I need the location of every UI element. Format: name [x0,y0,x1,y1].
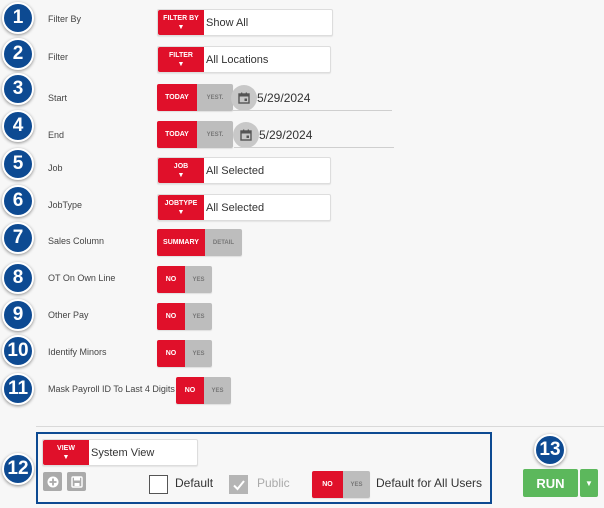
identify-minors-label: Identify Minors [48,347,107,357]
other-pay-no-button[interactable]: NO [157,303,185,330]
end-date-underline [234,147,394,148]
default-all-users-label: Default for All Users [376,476,483,490]
caret-down-icon: ▼ [177,171,185,179]
jobtype-tag-text: JOBTYPE [164,199,198,207]
mask-yes-button[interactable]: YES [204,377,231,404]
ot-yes-button[interactable]: YES [185,266,212,293]
filter-by-value: Show All [206,16,249,29]
other-pay-yes-button[interactable]: YES [185,303,212,330]
callout-11: 11 [2,373,34,405]
filter-label: Filter [48,52,68,62]
filter-tag-text: FILTER [169,51,193,59]
sales-detail-button[interactable]: DETAIL [205,229,242,256]
end-date-input[interactable]: 5/29/2024 [259,128,312,142]
view-tag-text: VIEW [57,444,75,452]
jobtype-value: All Selected [206,201,265,214]
section-divider [36,426,604,427]
ot-own-line-toggle[interactable]: NO YES [157,266,212,293]
run-button[interactable]: RUN [523,469,578,497]
callout-2: 2 [2,38,34,70]
add-circle-icon [47,476,58,487]
sales-column-label: Sales Column [48,236,105,246]
job-value: All Selected [206,164,265,177]
mask-payroll-label: Mask Payroll ID To Last 4 Digits [48,384,175,394]
caret-down-icon: ▼ [177,60,185,68]
filter-by-dropdown[interactable]: FILTER BY ▼ Show All [157,9,333,36]
default-checkbox[interactable] [149,475,168,494]
start-today-button[interactable]: TODAY [157,84,197,111]
filter-value: All Locations [206,53,269,66]
job-tag[interactable]: JOB ▼ [158,158,204,183]
add-view-button[interactable] [43,472,62,491]
caret-down-icon: ▼ [177,208,185,216]
callout-1: 1 [2,2,34,34]
callout-9: 9 [2,299,34,331]
view-dropdown[interactable]: VIEW ▼ System View [42,439,198,466]
end-yesterday-button[interactable]: YEST. [197,121,233,148]
callout-3: 3 [2,73,34,105]
filter-tag[interactable]: FILTER ▼ [158,47,204,72]
caret-down-icon: ▼ [177,23,185,31]
identify-minors-toggle[interactable]: NO YES [157,340,212,367]
sales-summary-button[interactable]: SUMMARY [157,229,205,256]
view-value: System View [91,446,155,459]
callout-7: 7 [2,222,34,254]
ot-no-button[interactable]: NO [157,266,185,293]
save-view-button[interactable] [67,472,86,491]
all-users-no-button[interactable]: NO [312,471,343,498]
mask-payroll-toggle[interactable]: NO YES [176,377,231,404]
all-users-yes-button[interactable]: YES [343,471,370,498]
other-pay-toggle[interactable]: NO YES [157,303,212,330]
minors-no-button[interactable]: NO [157,340,185,367]
caret-down-icon: ▼ [585,478,593,488]
job-tag-text: JOB [173,162,189,170]
start-label: Start [48,93,68,103]
calendar-icon[interactable] [233,122,259,148]
callout-10: 10 [2,335,34,367]
callout-6: 6 [2,185,34,217]
minors-yes-button[interactable]: YES [185,340,212,367]
calendar-icon[interactable] [231,85,257,111]
job-dropdown[interactable]: JOB ▼ All Selected [157,157,331,184]
jobtype-dropdown[interactable]: JOBTYPE ▼ All Selected [157,194,331,221]
view-tag[interactable]: VIEW ▼ [43,440,89,465]
default-label: Default [175,476,214,490]
callout-5: 5 [2,148,34,180]
callout-12: 12 [2,453,34,485]
other-pay-label: Other Pay [48,310,89,320]
end-label: End [48,130,65,140]
start-yesterday-button[interactable]: YEST. [197,84,233,111]
callout-4: 4 [2,110,34,142]
job-label: Job [48,163,63,173]
public-label: Public [257,476,290,490]
public-checkbox[interactable] [229,475,248,494]
sales-column-toggle[interactable]: SUMMARY DETAIL [157,229,242,256]
floppy-disk-icon [70,475,83,488]
run-options-button[interactable]: ▼ [580,469,598,497]
filter-by-tag-text: FILTER BY [163,14,199,22]
start-date-input[interactable]: 5/29/2024 [257,91,310,105]
callout-13: 13 [534,434,566,466]
filter-dropdown[interactable]: FILTER ▼ All Locations [157,46,331,73]
caret-down-icon: ▼ [62,453,70,461]
mask-no-button[interactable]: NO [176,377,204,404]
filter-by-tag[interactable]: FILTER BY ▼ [158,10,204,35]
checkmark-icon [232,479,245,490]
ot-own-line-label: OT On Own Line [48,273,116,283]
callout-8: 8 [2,262,34,294]
end-today-button[interactable]: TODAY [157,121,197,148]
start-date-toggle[interactable]: TODAY YEST. [157,84,233,111]
start-date-underline [232,110,392,111]
jobtype-label: JobType [48,200,83,210]
end-date-toggle[interactable]: TODAY YEST. [157,121,233,148]
default-all-users-toggle[interactable]: NO YES [312,471,370,498]
filter-by-label: Filter By [48,14,82,24]
saved-view-section: VIEW ▼ System View Default Public NO YES… [36,432,492,504]
jobtype-tag[interactable]: JOBTYPE ▼ [158,195,204,220]
